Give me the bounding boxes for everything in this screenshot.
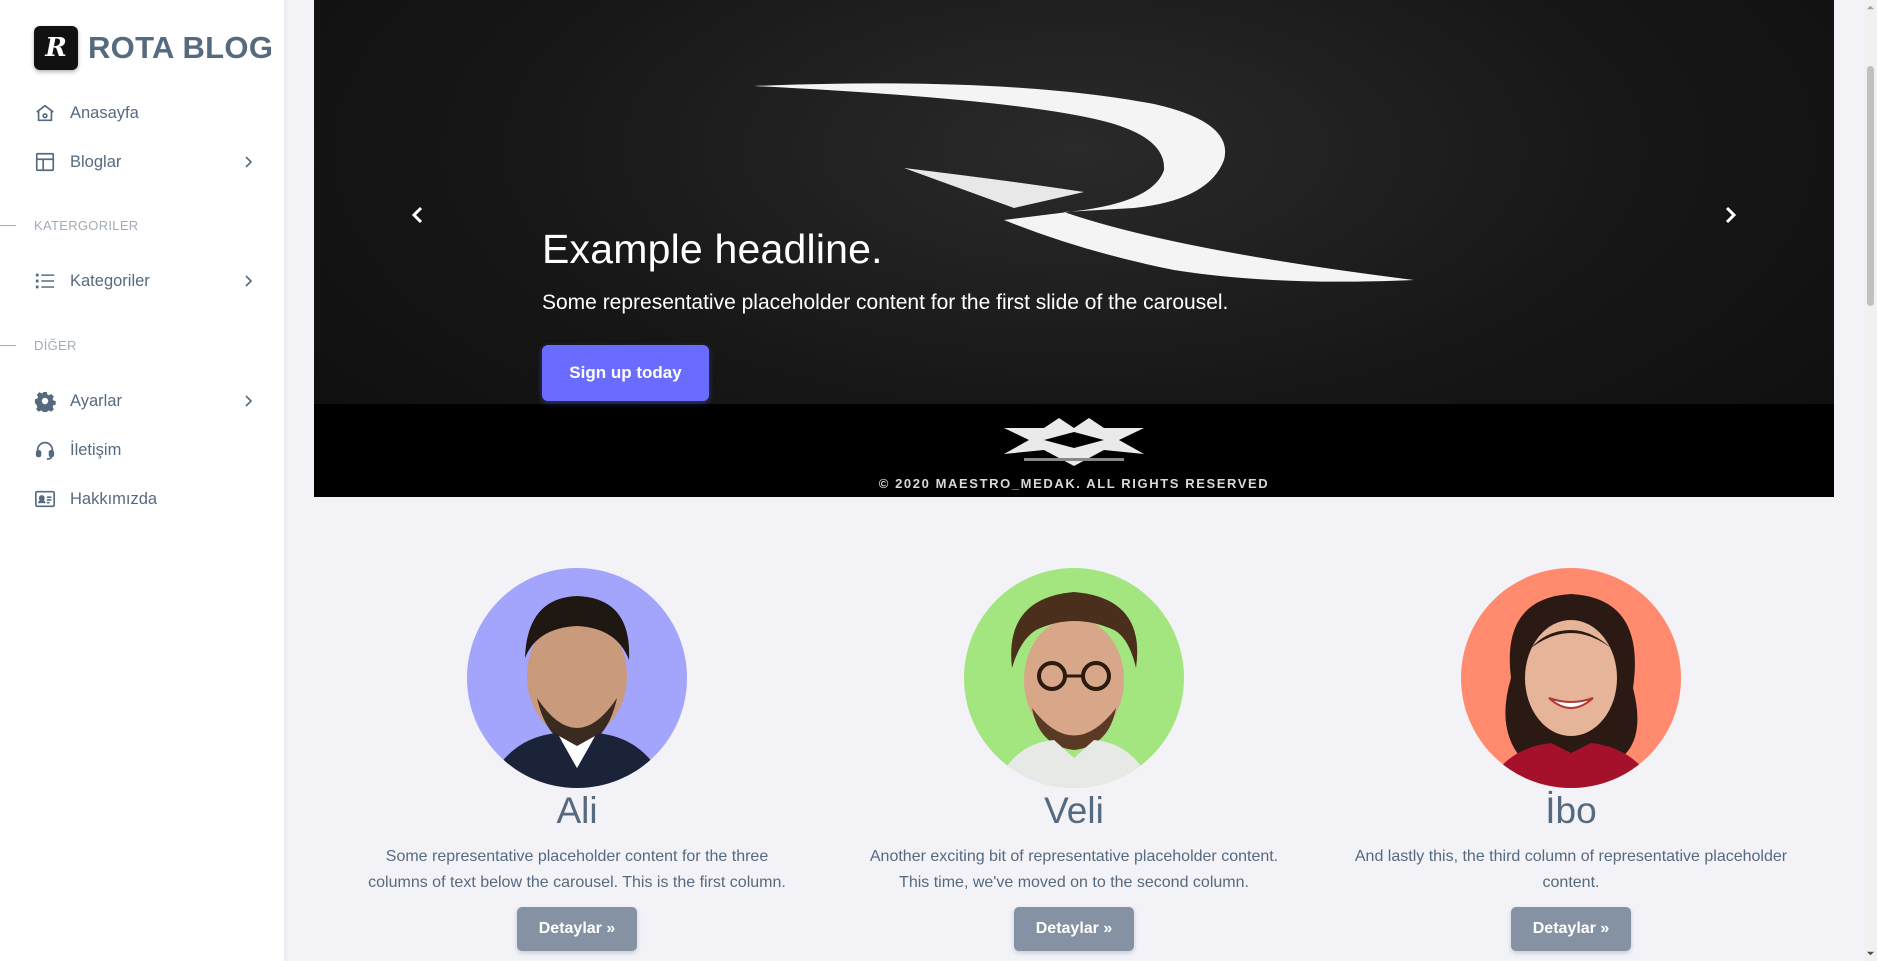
carousel-caption: Example headline. Some representative pl…: [542, 226, 1228, 315]
menu-header-other: DİĞER: [0, 335, 77, 355]
sidebar-item-bloglar[interactable]: Bloglar: [34, 142, 256, 182]
home-icon: [34, 102, 56, 124]
column-text: And lastly this, the third column of rep…: [1354, 848, 1788, 891]
sidebar-item-label: İletişim: [70, 440, 122, 459]
sidebar-item-label: Ayarlar: [70, 391, 122, 410]
person-portrait-image: [994, 592, 1154, 788]
column-text: Some representative placeholder content …: [368, 848, 786, 891]
details-button[interactable]: Detaylar »: [1510, 907, 1632, 951]
column-title: İbo: [1545, 790, 1597, 831]
sidebar-item-hakkimizda[interactable]: Hakkımızda: [34, 479, 256, 519]
hero-carousel: © 2020 MAESTRO_MEDAK. ALL RIGHTS RESERVE…: [314, 0, 1834, 497]
carousel-footer-banner: © 2020 MAESTRO_MEDAK. ALL RIGHTS RESERVE…: [314, 404, 1834, 497]
avatar: [1461, 568, 1681, 788]
chevron-right-icon: [245, 395, 253, 407]
sidebar-item-iletisim[interactable]: İletişim: [34, 430, 256, 470]
sidebar-item-label: Anasayfa: [70, 103, 139, 122]
sidebar-item-label: Kategoriler: [70, 271, 150, 290]
brand[interactable]: R ROTA BLOG: [34, 26, 273, 70]
feature-column: İbo And lastly this, the third column of…: [1351, 568, 1791, 951]
chevron-right-icon: [245, 156, 253, 168]
column-title: Veli: [1044, 790, 1104, 831]
headset-icon: [34, 439, 56, 461]
carousel-next-button[interactable]: [1710, 195, 1750, 235]
sidebar-item-label: Bloglar: [70, 152, 122, 171]
feature-column: Veli Another exciting bit of representat…: [854, 568, 1294, 951]
carousel-copyright: © 2020 MAESTRO_MEDAK. ALL RIGHTS RESERVE…: [878, 476, 1270, 491]
brand-logo-icon: R: [34, 26, 78, 70]
sidebar-item-kategoriler[interactable]: Kategoriler: [34, 261, 256, 301]
details-button[interactable]: Detaylar »: [516, 907, 638, 951]
brand-logo-letter: R: [45, 33, 67, 63]
sidebar: R ROTA BLOG Anasayfa Bloglar KATERGORILE…: [0, 0, 284, 961]
scroll-down-arrow-icon[interactable]: [1866, 949, 1875, 958]
divider: [0, 344, 16, 346]
column-text: Another exciting bit of representative p…: [869, 848, 1279, 891]
layout-icon: [34, 151, 56, 173]
divider: [0, 224, 16, 226]
carousel-prev-button[interactable]: [398, 195, 438, 235]
person-portrait-image: [487, 596, 667, 788]
menu-header-categories: KATERGORILER: [0, 215, 139, 235]
person-portrait-image: [1486, 594, 1656, 788]
column-title: Ali: [556, 790, 598, 831]
sidebar-item-anasayfa[interactable]: Anasayfa: [34, 93, 256, 133]
list-icon: [34, 270, 56, 292]
chevron-right-icon: [245, 275, 253, 287]
sidebar-item-label: Hakkımızda: [70, 489, 158, 508]
gear-icon: [34, 390, 56, 412]
details-button[interactable]: Detaylar »: [1013, 907, 1135, 951]
avatar: [467, 568, 687, 788]
brand-name: ROTA BLOG: [88, 30, 274, 65]
menu-header-label: DİĞER: [34, 337, 77, 353]
avatar: [964, 568, 1184, 788]
sign-up-button[interactable]: Sign up today: [542, 345, 709, 401]
chevron-left-icon: [411, 206, 423, 224]
scrollbar-thumb[interactable]: [1867, 66, 1874, 306]
feature-column: Ali Some representative placeholder cont…: [357, 568, 797, 951]
maestro-logo-icon: [1004, 418, 1144, 466]
menu-header-label: KATERGORILER: [34, 217, 139, 233]
carousel-text: Some representative placeholder content …: [542, 291, 1229, 314]
chevron-right-icon: [1725, 206, 1737, 224]
carousel-headline: Example headline.: [542, 226, 883, 272]
id-card-icon: [34, 488, 56, 510]
sidebar-item-ayarlar[interactable]: Ayarlar: [34, 381, 256, 421]
scroll-up-arrow-icon[interactable]: [1866, 3, 1875, 12]
